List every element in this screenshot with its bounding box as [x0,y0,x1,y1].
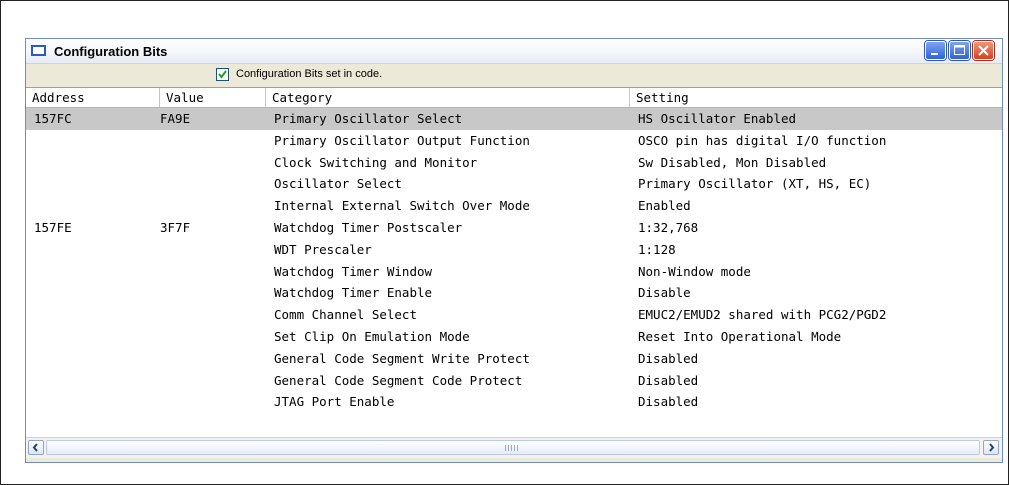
table-row[interactable]: 157FC FA9E Primary Oscillator Select HS Osc… [26,108,1002,130]
setting-cell: Disable [638,285,691,301]
table-row[interactable]: Internal External Switch Over Mode Enable… [26,195,1002,217]
category-cell: Watchdog Timer Window [274,263,433,279]
table-row[interactable]: General Code Segment Code Protect Disable… [26,370,1002,392]
maximize-button[interactable] [949,41,970,60]
category-cell: Primary Oscillator Select [274,111,463,126]
scroll-left-button[interactable] [28,440,44,455]
table-body: 157FC FA9E Primary Oscillator Select HS Osc… [26,108,1002,413]
setting-cell: Reset Into Operational Mode [638,328,842,344]
window-title: Configuration Bits [54,44,168,59]
minimize-icon [931,53,938,55]
table-row[interactable]: Watchdog Timer Enable Disable [26,282,1002,304]
table-row[interactable]: Set Clip On Emulation Mode Reset Into Ope… [26,326,1002,348]
address-cell: 157FC [34,111,72,126]
grip-icon [505,445,519,451]
table-row[interactable]: Comm Channel Select EMUC2/EMUD2 shared wi… [26,304,1002,326]
setting-cell: Non-Window mode [638,263,751,279]
table-row[interactable]: WDT Prescaler 1:128 [26,239,1002,261]
minimize-button[interactable] [925,41,946,60]
setting-cell: Disabled [638,372,699,388]
horizontal-scrollbar[interactable] [26,437,1002,458]
setting-cell: Disabled [638,394,699,410]
configuration-bits-window: Configuration Bits Configuration Bits se… [25,38,1003,463]
config-bits-in-code-checkbox[interactable] [216,68,229,81]
scroll-thumb[interactable] [46,440,980,455]
category-cell: General Code Segment Write Protect [274,350,530,366]
table-row[interactable]: Watchdog Timer Window Non-Window mode [26,261,1002,283]
category-cell: WDT Prescaler [274,241,372,257]
arrow-right-icon [989,443,995,452]
checkmark-icon [218,70,227,79]
category-cell: Watchdog Timer Enable [274,285,433,301]
scroll-right-button[interactable] [983,440,999,455]
window-icon [31,45,46,56]
setting-cell: Sw Disabled, Mon Disabled [638,154,827,170]
setting-cell: Disabled [638,350,699,366]
title-bar[interactable]: Configuration Bits [26,39,1002,64]
category-cell: Comm Channel Select [274,307,417,323]
column-header-address[interactable]: Address [26,88,160,107]
setting-cell: HS Oscillator Enabled [638,111,797,126]
value-cell: FA9E [160,111,191,126]
category-cell: Clock Switching and Monitor [274,154,478,170]
close-icon [978,45,989,56]
value-cell: 3F7F [160,219,191,235]
address-cell: 157FE [34,219,72,235]
category-cell: General Code Segment Code Protect [274,372,523,388]
config-bits-table: Address Value Category Setting 157FC FA9E… [26,87,1002,437]
category-cell: Oscillator Select [274,176,402,192]
column-header-value[interactable]: Value [160,88,266,107]
category-cell: Internal External Switch Over Mode [274,198,530,214]
table-row[interactable]: Clock Switching and Monitor Sw Disabled, … [26,152,1002,174]
setting-cell: Enabled [638,198,691,214]
table-row[interactable]: 157FE 3F7F Watchdog Timer Postscaler 1:32,7… [26,217,1002,239]
checkbox-label: Configuration Bits set in code. [236,68,383,80]
table-row[interactable]: Primary Oscillator Output Function OSCO p… [26,130,1002,152]
setting-cell: 1:128 [638,241,676,257]
category-cell: JTAG Port Enable [274,394,395,410]
table-row[interactable]: General Code Segment Write Protect Disabl… [26,348,1002,370]
category-cell: Watchdog Timer Postscaler [274,219,463,235]
category-cell: Primary Oscillator Output Function [274,132,530,148]
table-header: Address Value Category Setting [26,88,1002,108]
setting-cell: EMUC2/EMUD2 shared with PCG2/PGD2 [638,307,887,323]
setting-cell: OSCO pin has digital I/O function [638,132,887,148]
arrow-left-icon [32,443,38,452]
column-header-category[interactable]: Category [266,88,630,107]
column-header-setting[interactable]: Setting [630,88,1002,107]
close-button[interactable] [973,41,994,60]
setting-cell: Primary Oscillator (XT, HS, EC) [638,176,872,192]
table-row[interactable]: Oscillator Select Primary Oscillator (XT,… [26,173,1002,195]
checkbox-row: Configuration Bits set in code. [26,64,1002,86]
maximize-icon [954,45,965,55]
category-cell: Set Clip On Emulation Mode [274,328,470,344]
setting-cell: 1:32,768 [638,219,699,235]
table-row[interactable]: JTAG Port Enable Disabled [26,391,1002,413]
